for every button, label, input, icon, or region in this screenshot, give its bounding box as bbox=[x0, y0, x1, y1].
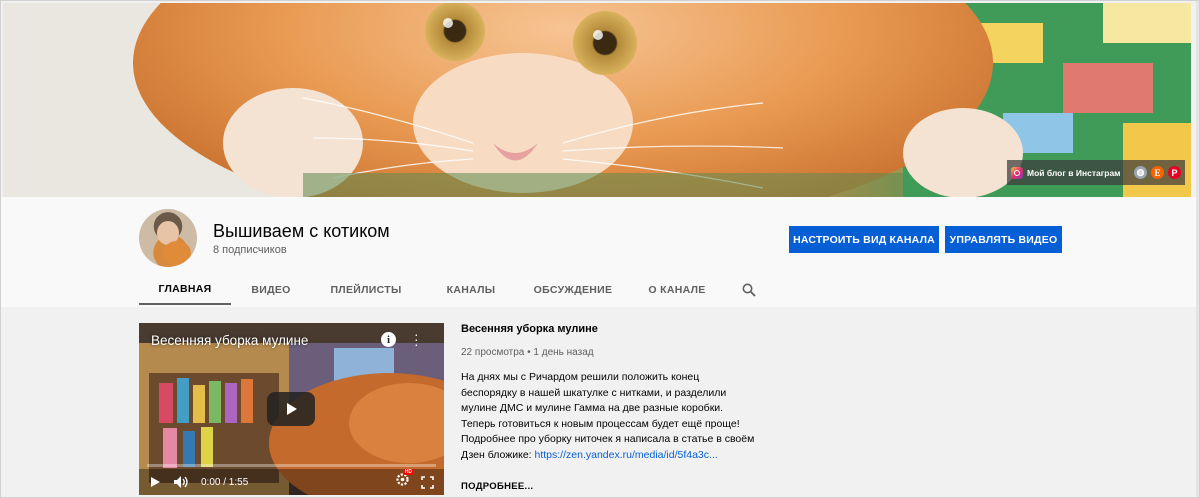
more-vert-icon[interactable]: · · · bbox=[414, 327, 419, 351]
video-title[interactable]: Весенняя уборка мулине bbox=[461, 323, 598, 335]
description-prefix: Дзен бложике: bbox=[461, 448, 535, 461]
play-icon bbox=[287, 403, 297, 415]
tab-playlists[interactable]: ПЛЕЙЛИСТЫ bbox=[311, 275, 421, 305]
subscriber-count: 8 подписчиков bbox=[213, 244, 287, 256]
volume-icon[interactable] bbox=[173, 475, 189, 489]
tab-about[interactable]: О КАНАЛЕ bbox=[625, 275, 729, 305]
fullscreen-icon[interactable] bbox=[421, 475, 434, 489]
globe-icon[interactable]: ◍ bbox=[1134, 166, 1147, 179]
play-icon[interactable] bbox=[149, 476, 161, 488]
description-line-last: Дзен бложике: https://zen.yandex.ru/medi… bbox=[461, 448, 761, 464]
customize-channel-button[interactable]: НАСТРОИТЬ ВИД КАНАЛА bbox=[789, 226, 939, 253]
channel-banner: Мой блог в Инстаграм ◍ E P bbox=[3, 3, 1191, 197]
channel-header: Вышиваем с котиком 8 подписчиков НАСТРОИ… bbox=[1, 197, 1199, 307]
tab-videos[interactable]: ВИДЕО bbox=[231, 275, 311, 305]
description-link[interactable]: https://zen.yandex.ru/media/id/5f4a3c... bbox=[535, 449, 718, 461]
description-line: мулине ДМС и мулине Гамма на две разные … bbox=[461, 402, 724, 414]
channel-tabs: ГЛАВНАЯ ВИДЕО ПЛЕЙЛИСТЫ КАНАЛЫ ОБСУЖДЕНИ… bbox=[139, 275, 769, 305]
channel-avatar[interactable] bbox=[139, 209, 197, 267]
featured-section: Весенняя уборка мулине i · · · 0:00 / 1:55… bbox=[1, 307, 1199, 497]
settings-control[interactable]: HD bbox=[396, 469, 413, 491]
description-line: Теперь готовиться к новым процессам буде… bbox=[461, 417, 740, 430]
tab-home[interactable]: ГЛАВНАЯ bbox=[139, 275, 231, 305]
video-meta: 22 просмотра • 1 день назад bbox=[461, 347, 594, 358]
info-icon[interactable]: i bbox=[381, 332, 396, 347]
player-title[interactable]: Весенняя уборка мулине bbox=[151, 333, 308, 348]
page-scrollbar[interactable] bbox=[1196, 1, 1199, 497]
tab-discussion[interactable]: ОБСУЖДЕНИЕ bbox=[521, 275, 625, 305]
progress-bar[interactable] bbox=[147, 464, 436, 467]
description-line: Подробнее про уборку ниточек я написала … bbox=[461, 433, 755, 445]
read-more-button[interactable]: ПОДРОБНЕЕ... bbox=[461, 481, 533, 492]
description-line: На днях мы с Ричардом решили положить ко… bbox=[461, 371, 700, 383]
avatar-cat bbox=[163, 241, 191, 265]
channel-links-overlay: Мой блог в Инстаграм ◍ E P bbox=[1007, 160, 1185, 185]
manage-videos-button[interactable]: УПРАВЛЯТЬ ВИДЕО bbox=[945, 226, 1062, 253]
etsy-icon[interactable]: E bbox=[1151, 166, 1164, 179]
video-player[interactable]: Весенняя уборка мулине i · · · 0:00 / 1:55… bbox=[139, 323, 444, 495]
player-controls: 0:00 / 1:55 HD bbox=[139, 469, 444, 495]
hd-badge: HD bbox=[403, 469, 413, 475]
play-button[interactable] bbox=[267, 392, 315, 426]
youtube-channel-page: Мой блог в Инстаграм ◍ E P Вышиваем с ко… bbox=[0, 0, 1200, 498]
instagram-link[interactable]: Мой блог в Инстаграм bbox=[1027, 168, 1130, 178]
search-icon[interactable] bbox=[729, 275, 769, 305]
tab-channels[interactable]: КАНАЛЫ bbox=[421, 275, 521, 305]
video-description: На днях мы с Ричардом решили положить ко… bbox=[461, 370, 761, 463]
channel-title: Вышиваем с котиком bbox=[213, 221, 390, 241]
instagram-icon[interactable] bbox=[1011, 166, 1023, 179]
pinterest-icon[interactable]: P bbox=[1168, 166, 1181, 179]
description-line: беспорядку в нашей шкатулке с нитками, и… bbox=[461, 386, 727, 399]
time-display: 0:00 / 1:55 bbox=[201, 476, 249, 488]
